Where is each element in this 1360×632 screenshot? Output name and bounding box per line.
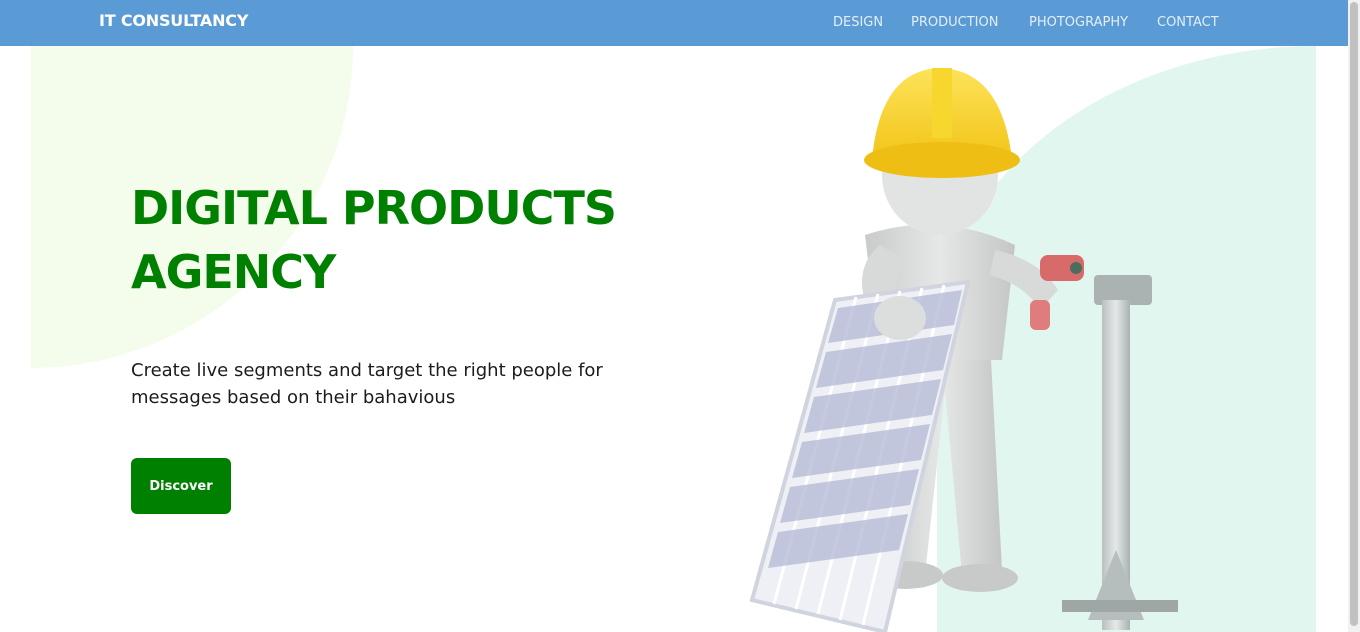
brand-logo[interactable]: IT CONSULTANCY: [99, 11, 248, 30]
nav-link-design[interactable]: DESIGN: [833, 15, 883, 30]
hard-hat: [864, 68, 1020, 178]
discover-button[interactable]: Discover: [131, 458, 231, 514]
worker-hand: [874, 296, 926, 340]
vertical-scrollbar[interactable]: [1348, 0, 1360, 632]
nav-link-contact[interactable]: CONTACT: [1157, 15, 1219, 30]
scrollbar-thumb[interactable]: [1350, 2, 1358, 626]
worker-solar-panel-illustration: [749, 68, 1178, 632]
top-navbar: IT CONSULTANCY DESIGN PRODUCTION PHOTOGR…: [0, 0, 1348, 46]
nav-link-photography[interactable]: PHOTOGRAPHY: [1029, 15, 1128, 30]
hero-title: DIGITAL PRODUCTS AGENCY: [131, 181, 617, 299]
hero-subtitle: Create live segments and target the righ…: [131, 360, 603, 408]
metal-pole: [1062, 275, 1178, 630]
nav-link-production[interactable]: PRODUCTION: [911, 15, 998, 30]
